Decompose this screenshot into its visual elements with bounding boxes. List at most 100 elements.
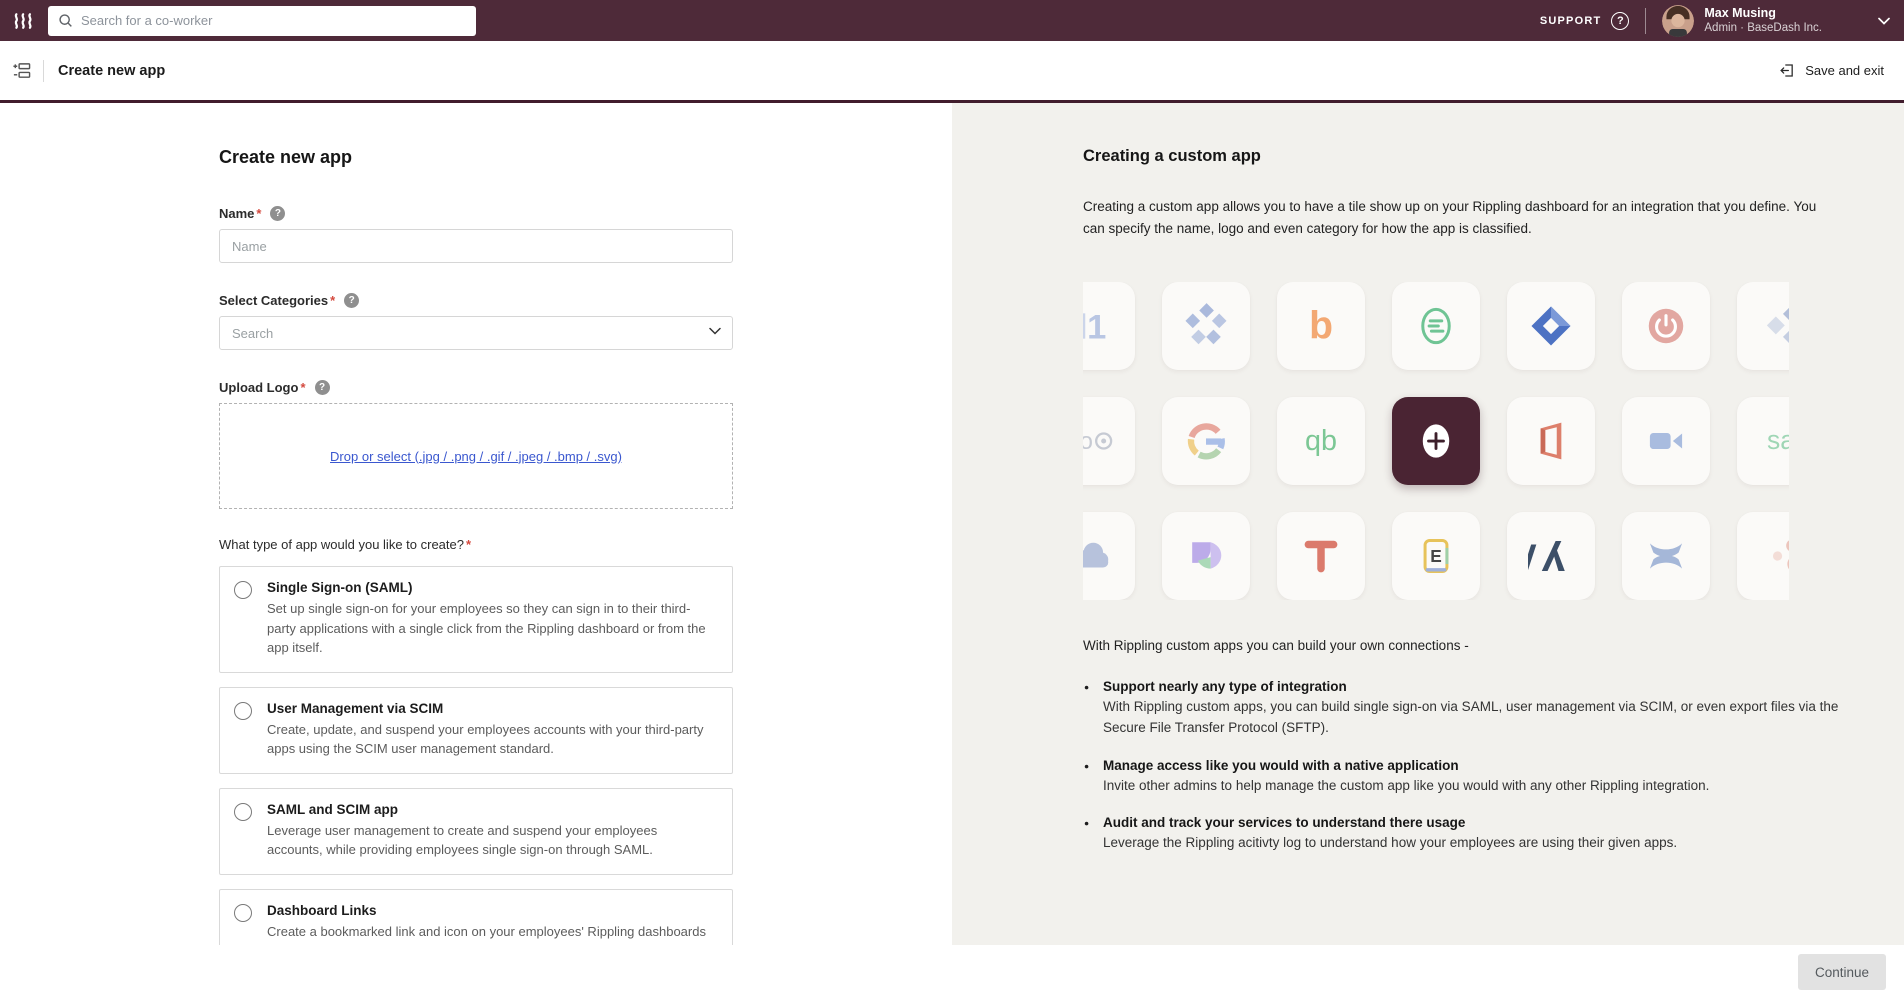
required-marker: * (330, 293, 335, 308)
svg-text:b: b (1309, 304, 1333, 347)
form-heading: Create new app (219, 147, 733, 168)
option-title: SAML and SCIM app (267, 802, 716, 817)
option-description: Set up single sign-on for your employees… (267, 599, 716, 658)
categories-help-icon[interactable]: ? (344, 293, 359, 308)
bullet-description: Invite other admins to help manage the c… (1103, 776, 1853, 797)
user-identity[interactable]: Max Musing Admin · BaseDash Inc. (1704, 6, 1822, 36)
info-intro: Creating a custom app allows you to have… (1083, 196, 1835, 240)
app-tile-power-button (1622, 282, 1710, 370)
app-type-question: What type of app would you like to creat… (219, 537, 733, 552)
app-tile-google-g (1162, 397, 1250, 485)
toolbar-divider (43, 60, 44, 82)
page-toolbar: Create new app Save and exit (0, 41, 1904, 103)
page-footer: Continue (0, 945, 1904, 999)
bullet-title: Manage access like you would with a nati… (1103, 758, 1853, 773)
bullet-item: Audit and track your services to underst… (1083, 815, 1853, 854)
bullet-item: Manage access like you would with a nati… (1083, 758, 1853, 797)
svg-text:E: E (1430, 545, 1442, 565)
option-description: Leverage user management to create and s… (267, 821, 716, 860)
option-title: Single Sign-on (SAML) (267, 580, 716, 595)
svg-text:1: 1 (1087, 308, 1106, 346)
app-tile-qb-letters: qb (1277, 397, 1365, 485)
option-description: Create a bookmarked link and icon on you… (267, 922, 716, 946)
exit-icon (1779, 62, 1796, 79)
categories-label: Select Categories* ? (219, 293, 733, 308)
app-tile-cloud (1083, 512, 1135, 600)
svg-text:sa: sa (1767, 425, 1789, 455)
bullet-title: Support nearly any type of integration (1103, 679, 1853, 694)
upload-help-icon[interactable]: ? (315, 380, 330, 395)
option-description: Create, update, and suspend your employe… (267, 720, 716, 759)
save-and-exit-button[interactable]: Save and exit (1779, 62, 1884, 79)
app-tile-custom-plus (1392, 397, 1480, 485)
app-tile-cross-ribbons (1622, 512, 1710, 600)
user-role: Admin · BaseDash Inc. (1704, 21, 1822, 35)
svg-text:ro: ro (1083, 428, 1093, 455)
radio-button[interactable] (234, 904, 252, 922)
app-tile-double-diamonds (1737, 282, 1789, 370)
app-tile-ellipse-lines (1392, 282, 1480, 370)
option-title: Dashboard Links (267, 903, 716, 918)
custom-app-info-panel: Creating a custom app Creating a custom … (952, 103, 1904, 945)
radio-button[interactable] (234, 702, 252, 720)
bullet-title: Audit and track your services to underst… (1103, 815, 1853, 830)
app-tile-ro-target: ro (1083, 397, 1135, 485)
app-tile-letter-b: b (1277, 282, 1365, 370)
search-input[interactable] (81, 13, 466, 28)
continue-button[interactable]: Continue (1798, 954, 1886, 990)
categories-select[interactable] (219, 316, 733, 350)
required-marker: * (300, 380, 305, 395)
option-user-management-scim[interactable]: User Management via SCIM Create, update,… (219, 687, 733, 774)
app-tile-gallery: 1 b ro qb sa E (1083, 282, 1789, 600)
drop-or-select-link[interactable]: Drop or select (.jpg / .png / .gif / .jp… (330, 449, 622, 464)
app-tile-office-door (1507, 397, 1595, 485)
categories-search-input[interactable] (219, 316, 733, 350)
app-tile-diamond-star (1162, 282, 1250, 370)
name-help-icon[interactable]: ? (270, 206, 285, 221)
app-tile-sa-letters: sa (1737, 397, 1789, 485)
app-tile-video-camera (1622, 397, 1710, 485)
upload-logo-label: Upload Logo* ? (219, 380, 733, 395)
app-tile-pink-dots (1737, 512, 1789, 600)
bullet-description: Leverage the Rippling acitivty log to un… (1103, 833, 1853, 854)
connections-line: With Rippling custom apps you can build … (1083, 638, 1904, 653)
search-icon (58, 13, 73, 28)
required-marker: * (256, 206, 261, 221)
main-content: Create new app Name* ? Select Categories… (0, 103, 1904, 945)
support-link[interactable]: SUPPORT (1540, 15, 1602, 27)
top-header: SUPPORT ? Max Musing Admin · BaseDash In… (0, 0, 1904, 41)
user-avatar[interactable] (1662, 5, 1694, 37)
required-marker: * (466, 537, 471, 552)
user-menu-chevron-down-icon[interactable] (1878, 17, 1890, 25)
option-title: User Management via SCIM (267, 701, 716, 716)
rippling-create-app-page: SUPPORT ? Max Musing Admin · BaseDash In… (0, 0, 1904, 999)
name-label: Name* ? (219, 206, 733, 221)
save-and-exit-label: Save and exit (1805, 63, 1884, 78)
rippling-logo-icon[interactable] (10, 9, 38, 33)
app-tile-letter-t (1277, 512, 1365, 600)
name-input[interactable] (219, 229, 733, 263)
user-name: Max Musing (1704, 6, 1822, 22)
app-tile-numeral-1: 1 (1083, 282, 1135, 370)
create-app-form-panel: Create new app Name* ? Select Categories… (0, 103, 952, 945)
app-tile-e-card: E (1392, 512, 1480, 600)
support-help-icon[interactable]: ? (1611, 12, 1629, 30)
list-add-icon[interactable] (12, 61, 31, 80)
option-single-sign-on-saml[interactable]: Single Sign-on (SAML) Set up single sign… (219, 566, 733, 673)
coworker-search-box[interactable] (48, 6, 476, 36)
logo-dropzone[interactable]: Drop or select (.jpg / .png / .gif / .jp… (219, 403, 733, 509)
option-saml-and-scim[interactable]: SAML and SCIM app Leverage user manageme… (219, 788, 733, 875)
app-tile-leaf-quarters (1162, 512, 1250, 600)
page-title: Create new app (58, 63, 165, 79)
radio-button[interactable] (234, 581, 252, 599)
bullet-item: Support nearly any type of integration W… (1083, 679, 1853, 739)
option-dashboard-links[interactable]: Dashboard Links Create a bookmarked link… (219, 889, 733, 946)
info-heading: Creating a custom app (1083, 147, 1904, 166)
app-tile-letter-a (1507, 512, 1595, 600)
header-right-cluster: SUPPORT ? Max Musing Admin · BaseDash In… (1540, 5, 1890, 37)
header-divider (1645, 8, 1646, 34)
bullet-description: With Rippling custom apps, you can build… (1103, 697, 1853, 739)
radio-button[interactable] (234, 803, 252, 821)
app-tile-blue-diamond (1507, 282, 1595, 370)
svg-text:qb: qb (1305, 425, 1337, 457)
